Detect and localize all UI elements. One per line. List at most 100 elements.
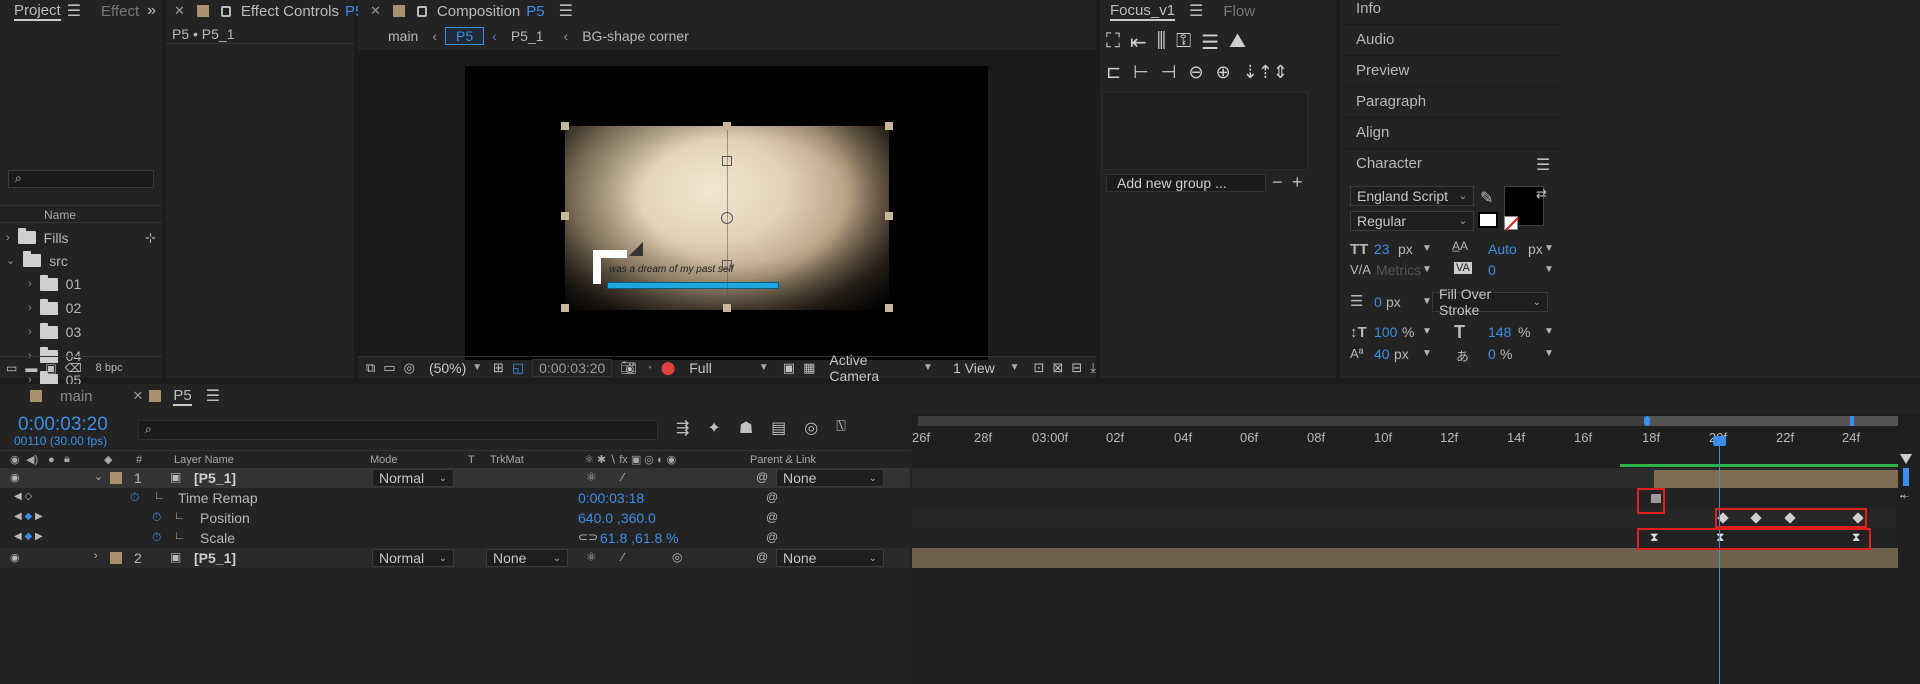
comp-canvas[interactable]: was a dream of my past self — [465, 66, 988, 360]
bbox-handle-tr[interactable] — [885, 122, 893, 130]
list-item[interactable]: › 01 — [0, 272, 162, 296]
audio-icon[interactable]: ◀) — [26, 453, 38, 466]
region-of-interest-icon[interactable]: ▣ — [783, 360, 795, 376]
bbox-handle-ml[interactable] — [561, 212, 569, 220]
crumb-bg-shape[interactable]: BG-shape corner — [582, 28, 689, 44]
crumb-p5[interactable]: P5 — [445, 27, 485, 45]
chevron-down-icon[interactable]: ▼ — [1544, 264, 1554, 275]
vertical-scale-value[interactable]: 100 — [1374, 324, 1397, 340]
close-icon[interactable]: ✕ — [133, 388, 144, 404]
kerning-value[interactable]: Metrics — [1376, 262, 1421, 278]
property-value[interactable]: 0:00:03:18 — [578, 490, 644, 506]
chevron-right-icon[interactable]: › — [94, 550, 98, 562]
scroll-thumb[interactable] — [1903, 468, 1909, 486]
footage-layer[interactable]: was a dream of my past self — [565, 126, 889, 310]
overflow-chevron-icon[interactable]: » — [147, 2, 156, 20]
tab-composition[interactable]: ✕ Composition P5 ☰ — [358, 0, 583, 22]
layer-add-icon[interactable]: ⊕ — [1216, 62, 1231, 83]
chevron-down-icon[interactable]: ▼ — [1422, 243, 1432, 254]
time-indicator-head[interactable] — [1713, 436, 1726, 446]
list-item[interactable]: ⌄ src — [0, 249, 162, 272]
menu-icon[interactable]: ☰ — [206, 386, 220, 406]
tab-flow[interactable]: Flow — [1213, 0, 1265, 22]
default-colors-icon[interactable] — [1478, 212, 1498, 228]
comp-flowchart-icon[interactable]: ⇶ — [676, 418, 689, 438]
stopwatch-icon[interactable]: ⏱︎ — [152, 510, 161, 525]
font-style-select[interactable]: Regular ⌄ — [1350, 211, 1474, 231]
horizontal-scale-value[interactable]: 148 — [1488, 324, 1511, 340]
collapse-icon[interactable]: ⚛ — [586, 470, 597, 484]
layer-remove-icon[interactable]: ⊖ — [1188, 62, 1203, 83]
property-value[interactable]: 61.8 ,61.8 % — [600, 530, 679, 546]
chevron-right-icon[interactable]: › — [6, 232, 10, 244]
layer-row[interactable]: ◉ › 2 ▣ [P5_1] Normal ⌄ None ⌄ ⚛ ∕ ◎ @ Non… — [0, 548, 910, 568]
trkmat-select[interactable]: None ⌄ — [486, 549, 568, 567]
layer-in-icon[interactable]: ⊏ — [1106, 62, 1121, 83]
blend-mode-select[interactable]: Normal ⌄ — [372, 549, 454, 567]
quality-icon[interactable]: ∕ — [622, 470, 624, 484]
property-row[interactable]: ◀ ◆ ▶ ⏱︎ ∟ Position 640.0 ,360.0 @ — [0, 508, 910, 528]
baseline-shift-value[interactable]: 40 — [1374, 346, 1390, 362]
work-area-end-handle[interactable] — [1850, 416, 1854, 426]
tracking-value[interactable]: 0 — [1488, 262, 1496, 278]
label-icon[interactable]: ◆ — [104, 453, 112, 466]
crumb-p5-1[interactable]: P5_1 — [511, 28, 544, 44]
motion-blur-icon[interactable]: ◎ — [804, 418, 818, 438]
tab-project[interactable]: Project ☰ — [0, 0, 91, 22]
bbox-handle-bm[interactable] — [723, 304, 731, 312]
eye-icon[interactable]: ◉ — [10, 551, 20, 564]
camera-select[interactable]: Active Camera ▼ — [823, 352, 939, 384]
stroke-width-value[interactable]: 0 — [1374, 294, 1382, 310]
chevron-down-icon[interactable]: ⌄ — [94, 470, 103, 483]
always-preview-icon[interactable]: ⧉ — [366, 360, 375, 376]
collapse-icon[interactable]: ⚛ — [586, 550, 597, 564]
pickwhip-icon[interactable]: @ — [756, 550, 768, 564]
lock-column-icon[interactable]: 🔒︎ — [64, 453, 70, 466]
menu-icon[interactable]: ☰ — [67, 1, 81, 21]
mask-icon[interactable]: ◎ — [404, 360, 415, 376]
quality-icon[interactable]: ∕ — [622, 550, 624, 564]
interpret-footage-icon[interactable]: ▭ — [6, 361, 17, 375]
key-icon[interactable]: ⚿ — [1176, 30, 1191, 55]
tab-main[interactable]: main — [0, 385, 103, 407]
eyedropper-icon[interactable]: ✎ — [1480, 188, 1493, 208]
resolution-select[interactable]: Full ▼ — [683, 358, 775, 378]
layer-name[interactable]: [P5_1] — [194, 470, 236, 486]
handle-top-mid[interactable] — [722, 156, 732, 166]
motion-blur-switch-icon[interactable]: ◎ — [672, 550, 682, 564]
list-box-icon[interactable]: ☰ — [1201, 30, 1219, 55]
align-bars-icon[interactable]: ⫼ — [1157, 30, 1166, 55]
color-channels-icon[interactable]: ⬤ — [661, 360, 676, 376]
layer-row[interactable]: ◉ ⌄ 1 ▣ [P5_1] Normal ⌄ ⚛ ∕ @ None ⌄ — [0, 468, 910, 488]
section-audio[interactable]: Audio — [1356, 31, 1394, 48]
list-item[interactable]: › 03 — [0, 320, 162, 344]
graph-icon[interactable]: ∟ — [174, 530, 185, 542]
close-icon[interactable]: ✕ — [370, 3, 381, 19]
layer-1-bar[interactable] — [1654, 470, 1898, 488]
layer-name[interactable]: [P5_1] — [194, 550, 236, 566]
focus-group-list[interactable] — [1102, 92, 1308, 170]
minus-icon[interactable]: − — [1272, 172, 1283, 193]
layer-center-icon[interactable]: ⊣ — [1161, 62, 1177, 83]
time-graph[interactable]: 26f 28f 03:00f 02f 04f 06f 08f 10f 12f 1… — [912, 414, 1920, 684]
list-item[interactable]: › Fills ⊹ — [0, 226, 162, 249]
flowchart-icon[interactable]: ⊟ — [1071, 360, 1082, 376]
font-family-select[interactable]: England Script ⌄ — [1350, 186, 1474, 206]
section-align[interactable]: Align — [1356, 124, 1389, 141]
frame-blend-icon[interactable]: ▤ — [771, 418, 786, 438]
kf-nav-icon[interactable]: ◀ ◆ ▶ — [14, 531, 43, 542]
time-indicator[interactable] — [1719, 438, 1720, 684]
blend-mode-select[interactable]: Normal ⌄ — [372, 469, 454, 487]
zoom-icon[interactable]: ⤝ — [1900, 490, 1912, 503]
chevron-down-icon[interactable]: ▼ — [1422, 264, 1432, 275]
graph-editor-icon[interactable]: ⍂ — [836, 418, 846, 438]
section-preview[interactable]: Preview — [1356, 62, 1409, 79]
eye-icon[interactable]: ◉ — [10, 471, 20, 484]
kf-nav-icon[interactable]: ◀ ◇ — [14, 491, 32, 502]
timeline-timecode[interactable]: 0:00:03:20 — [18, 414, 108, 436]
work-area-bar[interactable] — [918, 416, 1898, 426]
arrows-icon[interactable]: ⇣⇡⇕ — [1243, 62, 1288, 83]
plus-icon[interactable]: + — [1292, 172, 1303, 193]
anchor-point-icon[interactable] — [721, 212, 733, 224]
reset-exposure-icon[interactable]: ⊠ — [1052, 360, 1063, 376]
